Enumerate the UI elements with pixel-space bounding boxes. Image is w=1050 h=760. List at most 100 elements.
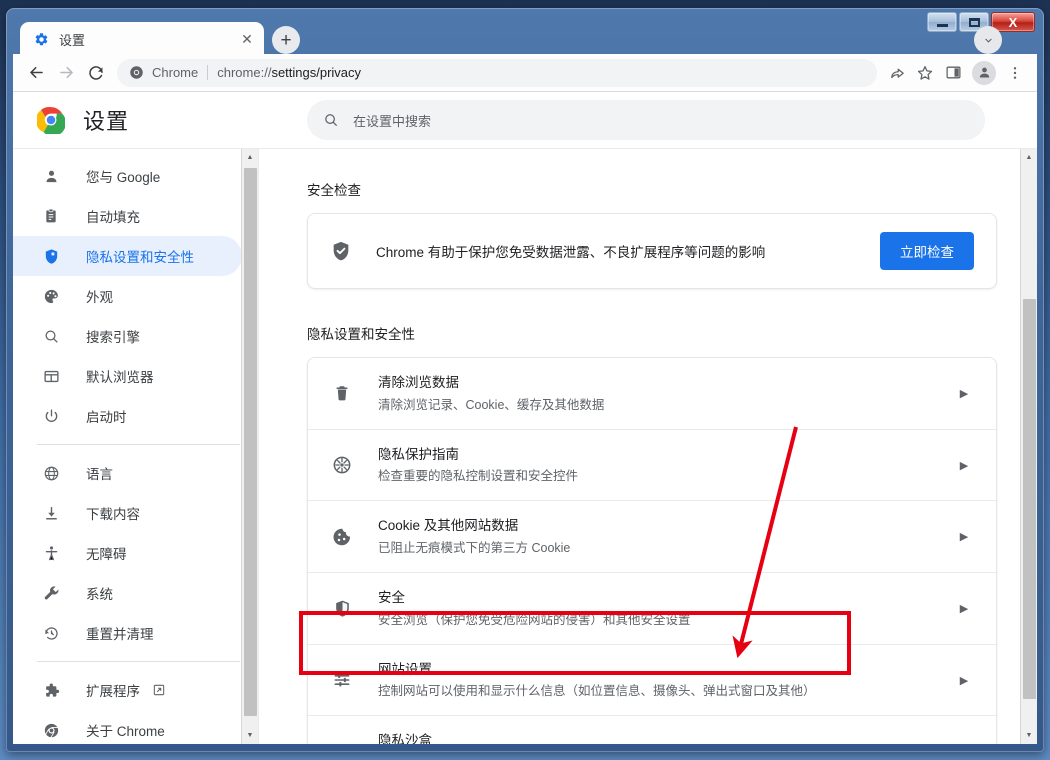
shield-icon <box>330 596 354 620</box>
settings-search-input[interactable]: 在设置中搜索 <box>307 100 985 140</box>
shield-icon <box>41 246 61 266</box>
privacy-row-subtitle: 控制网站可以使用和显示什么信息（如位置信息、摄像头、弹出式窗口及其他） <box>378 684 816 699</box>
sidebar-item-appearance[interactable]: 外观 <box>13 276 242 316</box>
tab-settings[interactable]: 设置 ✕ <box>20 22 264 56</box>
privacy-row-body: Cookie 及其他网站数据 已阻止无痕模式下的第三方 Cookie <box>378 516 954 557</box>
address-bar[interactable]: Chrome chrome://settings/privacy <box>117 58 877 87</box>
sidebar-item-languages[interactable]: 语言 <box>13 453 242 493</box>
share-button[interactable] <box>883 59 911 87</box>
sidebar-item-label: 无障碍 <box>86 547 127 562</box>
privacy-guide-icon <box>330 453 354 477</box>
star-icon <box>917 65 933 80</box>
side-panel-icon <box>945 66 961 79</box>
privacy-row-subtitle: 已阻止无痕模式下的第三方 Cookie <box>378 540 571 555</box>
palette-icon <box>41 286 61 306</box>
privacy-row-site-settings[interactable]: 网站设置 控制网站可以使用和显示什么信息（如位置信息、摄像头、弹出式窗口及其他）… <box>308 643 996 716</box>
privacy-row-body: 清除浏览数据 清除浏览记录、Cookie、缓存及其他数据 <box>378 373 954 414</box>
privacy-row-title: 安全 <box>378 590 405 606</box>
bookmark-button[interactable] <box>911 59 939 87</box>
new-tab-button[interactable]: + <box>272 26 300 54</box>
browser-toolbar: Chrome chrome://settings/privacy <box>13 54 1037 92</box>
scroll-down-arrow-icon[interactable]: ▼ <box>1021 727 1037 744</box>
trash-icon <box>330 381 354 405</box>
scroll-down-arrow-icon[interactable]: ▼ <box>242 727 258 744</box>
sidebar-item-on-startup[interactable]: 启动时 <box>13 396 242 436</box>
sidebar-item-downloads[interactable]: 下载内容 <box>13 493 242 533</box>
sidebar-item-autofill[interactable]: 自动填充 <box>13 196 242 236</box>
privacy-row-title: 隐私沙盒 <box>378 733 432 744</box>
sidebar-item-reset-and-cleanup[interactable]: 重置并清理 <box>13 613 242 653</box>
arrow-left-icon <box>29 66 43 79</box>
settings-main-panel: 安全检查 Chrome 有助于保护您免受数据泄露、不良扩展程序等问题的影响 立即… <box>258 148 1037 744</box>
tab-search-chevron-down-icon[interactable] <box>974 26 1002 54</box>
reload-icon <box>89 65 103 80</box>
flask-icon <box>330 740 354 744</box>
check-now-button[interactable]: 立即检查 <box>880 232 974 270</box>
sidebar-item-label: 系统 <box>86 587 113 602</box>
chrome-logo-icon <box>37 107 65 134</box>
privacy-row-cookies[interactable]: Cookie 及其他网站数据 已阻止无痕模式下的第三方 Cookie ▶ <box>308 500 996 572</box>
privacy-row-body: 网站设置 控制网站可以使用和显示什么信息（如位置信息、摄像头、弹出式窗口及其他） <box>378 660 954 701</box>
sidebar-scrollbar[interactable]: ▲ ▼ <box>241 149 258 744</box>
privacy-row-clear-browsing-data[interactable]: 清除浏览数据 清除浏览记录、Cookie、缓存及其他数据 ▶ <box>308 358 996 429</box>
chevron-right-icon[interactable]: ▶ <box>954 602 974 615</box>
safety-check-card[interactable]: Chrome 有助于保护您免受数据泄露、不良扩展程序等问题的影响 立即检查 <box>307 213 997 289</box>
browser-window-icon <box>41 366 61 386</box>
cookie-icon <box>330 525 354 549</box>
download-icon <box>41 503 61 523</box>
main-scrollbar[interactable]: ▲ ▼ <box>1020 149 1037 744</box>
scroll-up-arrow-icon[interactable]: ▲ <box>242 149 258 166</box>
sidebar-item-label: 语言 <box>86 467 113 482</box>
privacy-row-subtitle: 检查重要的隐私控制设置和安全控件 <box>378 469 579 484</box>
chevron-right-icon[interactable]: ▶ <box>954 387 974 400</box>
shield-check-icon <box>330 240 352 262</box>
chrome-menu-button[interactable] <box>1001 59 1029 87</box>
more-vertical-icon <box>1013 66 1017 79</box>
power-icon <box>41 406 61 426</box>
tune-icon <box>330 668 354 692</box>
browser-content: Chrome chrome://settings/privacy 设置 在设置中… <box>13 54 1037 744</box>
profile-avatar-button[interactable] <box>972 60 996 85</box>
privacy-row-body: 隐私沙盒 试用版功能已开启 <box>378 731 954 744</box>
main-scrollbar-thumb[interactable] <box>1023 299 1036 699</box>
sidebar-item-label: 自动填充 <box>86 210 140 225</box>
forward-button[interactable] <box>51 58 81 88</box>
reload-button[interactable] <box>81 58 111 88</box>
settings-search-placeholder: 在设置中搜索 <box>353 113 432 129</box>
search-icon <box>41 326 61 346</box>
tab-close-icon[interactable]: ✕ <box>238 30 256 48</box>
sidebar-item-label: 您与 Google <box>86 170 161 185</box>
sidebar-item-system[interactable]: 系统 <box>13 573 242 613</box>
privacy-row-privacy-guide[interactable]: 隐私保护指南 检查重要的隐私控制设置和安全控件 ▶ <box>308 428 996 501</box>
title-bar: X 设置 ✕ + <box>6 8 1044 56</box>
browser-window: X 设置 ✕ + Chrome chrome://settings/privac… <box>6 8 1044 752</box>
chevron-right-icon[interactable]: ▶ <box>954 674 974 687</box>
sidebar-item-label: 默认浏览器 <box>86 370 154 385</box>
chevron-right-icon[interactable]: ▶ <box>954 459 974 472</box>
gear-icon <box>35 32 48 45</box>
settings-header: 设置 在设置中搜索 <box>13 92 1037 148</box>
scroll-up-arrow-icon[interactable]: ▲ <box>1021 149 1037 166</box>
clipboard-icon <box>41 206 61 226</box>
side-panel-button[interactable] <box>939 59 967 87</box>
back-button[interactable] <box>21 58 51 88</box>
sidebar-item-label: 下载内容 <box>86 507 140 522</box>
sidebar-item-about-chrome[interactable]: 关于 Chrome <box>13 710 242 744</box>
privacy-row-title: 清除浏览数据 <box>378 375 459 390</box>
sidebar-item-default-browser[interactable]: 默认浏览器 <box>13 356 242 396</box>
sidebar-item-privacy-and-security[interactable]: 隐私设置和安全性 <box>13 236 242 276</box>
sidebar-item-you-and-google[interactable]: 您与 Google <box>13 156 242 196</box>
search-icon <box>325 114 337 126</box>
sidebar-item-extensions[interactable]: 扩展程序 <box>13 670 242 710</box>
sidebar-item-search-engine[interactable]: 搜索引擎 <box>13 316 242 356</box>
sidebar-item-accessibility[interactable]: 无障碍 <box>13 533 242 573</box>
sidebar-scrollbar-thumb[interactable] <box>244 168 257 716</box>
privacy-row-privacy-sandbox[interactable]: 隐私沙盒 试用版功能已开启 <box>308 715 996 744</box>
tab-title: 设置 <box>59 32 86 48</box>
privacy-row-subtitle: 清除浏览记录、Cookie、缓存及其他数据 <box>378 397 605 412</box>
globe-icon <box>41 463 61 483</box>
chevron-right-icon[interactable]: ▶ <box>954 530 974 543</box>
privacy-row-security[interactable]: 安全 安全浏览（保护您免受危险网站的侵害）和其他安全设置 ▶ <box>308 572 996 644</box>
privacy-row-body: 隐私保护指南 检查重要的隐私控制设置和安全控件 <box>378 445 954 486</box>
puzzle-icon <box>41 680 61 700</box>
